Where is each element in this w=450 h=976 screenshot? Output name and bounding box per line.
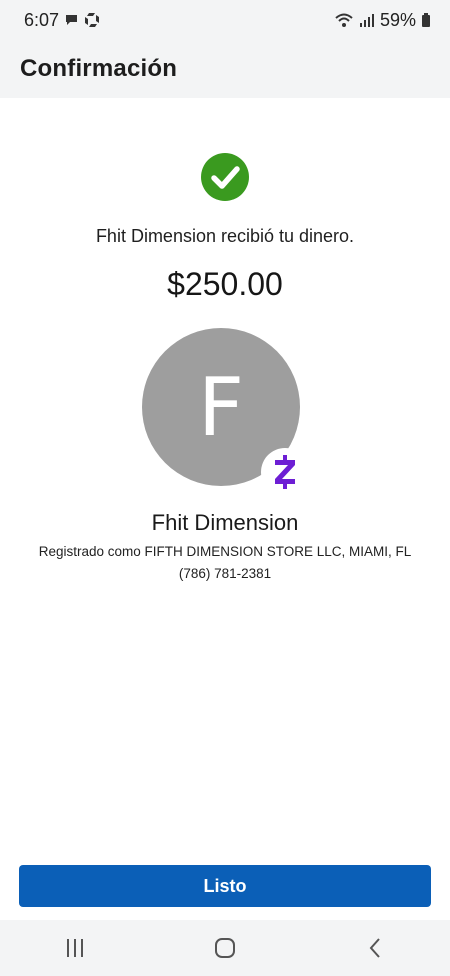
registered-as: Registrado como FIFTH DIMENSION STORE LL… [38, 544, 412, 559]
battery-percent: 59% [379, 9, 416, 30]
recipient-phone: (786) 781-2381 [178, 566, 272, 581]
recipient-name: Fhit Dimension [151, 510, 299, 535]
page-header: Confirmación [0, 40, 450, 98]
chat-bubble-icon [66, 15, 78, 25]
signal-icon [359, 14, 374, 27]
home-icon [215, 938, 235, 958]
battery-icon [422, 13, 430, 27]
done-button[interactable]: Listo [19, 865, 431, 907]
status-bar: 6:07 59% [0, 0, 450, 40]
zelle-badge [261, 448, 309, 496]
recent-apps-button[interactable] [45, 928, 105, 968]
confirmation-content: Fhit Dimension recibió tu dinero. $250.0… [0, 98, 450, 920]
recent-apps-icon [67, 939, 83, 957]
page-title: Confirmación [20, 55, 178, 82]
success-check-icon [201, 153, 249, 201]
zelle-logo-icon [275, 455, 295, 489]
amount: $250.00 [167, 266, 283, 302]
status-left: 6:07 [24, 10, 100, 31]
status-right: 59% [334, 10, 430, 31]
home-button[interactable] [195, 928, 255, 968]
back-button[interactable] [345, 928, 405, 968]
bank-logo-icon [85, 13, 100, 27]
wifi-icon [335, 13, 353, 27]
confirmation-message: Fhit Dimension recibió tu dinero. [95, 226, 355, 246]
back-icon [369, 938, 380, 958]
navigation-bar [0, 920, 450, 976]
avatar-initial: F [197, 360, 244, 454]
status-time: 6:07 [24, 9, 60, 30]
